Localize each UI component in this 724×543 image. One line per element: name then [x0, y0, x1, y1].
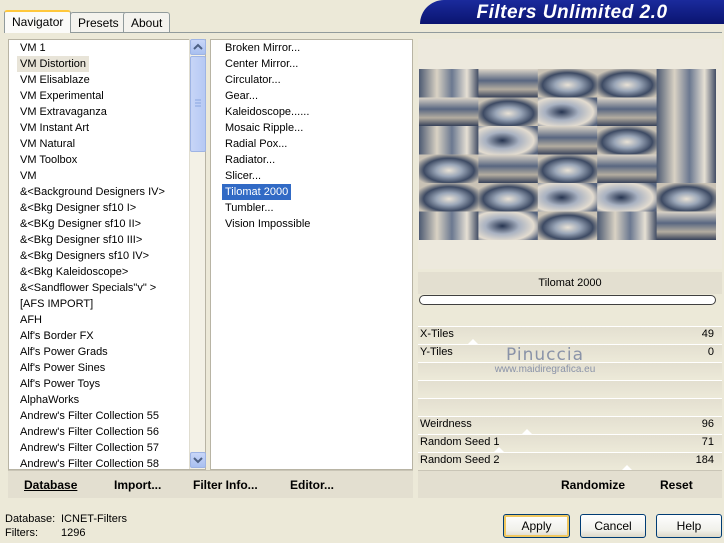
filter-item[interactable]: Mosaic Ripple... — [222, 120, 306, 136]
category-item[interactable]: VM Instant Art — [17, 120, 92, 136]
preview-image — [419, 69, 716, 240]
help-button[interactable]: Help — [656, 514, 722, 538]
progress-bar — [419, 295, 716, 305]
param-label: Random Seed 1 — [420, 436, 500, 448]
category-item[interactable]: VM 1 — [17, 40, 49, 56]
category-item[interactable]: Andrew's Filter Collection 57 — [17, 440, 162, 456]
param-value: 71 — [701, 436, 714, 448]
status-db-label: Database: — [5, 513, 56, 525]
status-filters-label: Filters: — [5, 527, 38, 539]
param-label: Weirdness — [420, 418, 472, 430]
category-item[interactable]: Alf's Power Toys — [17, 376, 103, 392]
filter-item[interactable]: Slicer... — [222, 168, 264, 184]
param-row[interactable]: Y-Tiles 0 — [418, 344, 722, 361]
category-item[interactable]: [AFS IMPORT] — [17, 296, 96, 312]
param-row[interactable]: Weirdness 96 — [418, 416, 722, 435]
filter-item[interactable]: Circulator... — [222, 72, 284, 88]
scroll-up-button[interactable] — [190, 39, 206, 55]
category-item[interactable]: Alf's Power Grads — [17, 344, 111, 360]
category-item[interactable]: Andrew's Filter Collection 58 — [17, 456, 162, 469]
category-item[interactable]: AFH — [17, 312, 45, 328]
reset-button[interactable]: Reset — [660, 478, 693, 492]
param-row[interactable]: Random Seed 1 71 — [418, 434, 722, 453]
category-item[interactable]: &<Bkg Kaleidoscope> — [17, 264, 131, 280]
param-value: 184 — [695, 454, 714, 466]
database-button[interactable]: Database — [24, 478, 77, 492]
tab-about[interactable]: About — [123, 12, 171, 32]
tab-navigator[interactable]: Navigator — [4, 10, 72, 33]
category-item[interactable]: &<BKg Designer sf10 II> — [17, 216, 144, 232]
filter-item[interactable]: Tumbler... — [222, 200, 277, 216]
filter-item[interactable]: Center Mirror... — [222, 56, 301, 72]
chevron-down-icon — [193, 457, 203, 464]
category-item[interactable]: VM Natural — [17, 136, 78, 152]
category-item[interactable]: AlphaWorks — [17, 392, 82, 408]
status-filters-value: 1296 — [61, 527, 86, 539]
param-label: Random Seed 2 — [420, 454, 500, 466]
filter-name-label: Tilomat 2000 — [418, 272, 722, 294]
category-item[interactable]: &<Bkg Designers sf10 IV> — [17, 248, 152, 264]
category-item[interactable]: Andrew's Filter Collection 56 — [17, 424, 162, 440]
left-button-bar: Database Import... Filter Info... Editor… — [8, 470, 413, 498]
category-item[interactable]: VM Experimental — [17, 88, 107, 104]
param-value: 0 — [707, 346, 714, 358]
category-item[interactable]: VM — [17, 168, 40, 184]
import-button[interactable]: Import... — [114, 478, 161, 492]
param-row — [418, 398, 722, 415]
param-row[interactable]: X-Tiles 49 — [418, 326, 722, 345]
param-row — [418, 362, 722, 379]
param-label: X-Tiles — [420, 328, 454, 340]
param-row — [418, 380, 722, 397]
filter-item[interactable]: Radial Pox... — [222, 136, 290, 152]
category-item[interactable]: VM Elisablaze — [17, 72, 93, 88]
editor-button[interactable]: Editor... — [290, 478, 334, 492]
category-item[interactable]: &<Background Designers IV> — [17, 184, 168, 200]
category-item[interactable]: &<Bkg Designer sf10 III> — [17, 232, 145, 248]
cancel-button[interactable]: Cancel — [580, 514, 646, 538]
filter-item[interactable]: Kaleidoscope...... — [222, 104, 312, 120]
category-item[interactable]: &<Sandflower Specials"v" > — [17, 280, 159, 296]
category-item[interactable]: Alf's Power Sines — [17, 360, 108, 376]
randomize-button[interactable]: Randomize — [561, 478, 625, 492]
param-label: Y-Tiles — [420, 346, 453, 358]
category-item[interactable]: VM Extravaganza — [17, 104, 110, 120]
param-value: 96 — [701, 418, 714, 430]
filter-item[interactable]: Tilomat 2000 — [222, 184, 292, 200]
category-item[interactable]: VM Toolbox — [17, 152, 80, 168]
category-item[interactable]: Andrew's Filter Collection 55 — [17, 408, 162, 424]
filter-item[interactable]: Broken Mirror... — [222, 40, 303, 56]
right-button-bar: Randomize Reset — [418, 470, 722, 498]
filter-list[interactable]: Broken Mirror... Center Mirror... Circulat… — [210, 39, 413, 470]
filter-item[interactable]: Radiator... — [222, 152, 278, 168]
title-banner: Filters Unlimited 2.0 — [420, 0, 724, 24]
filter-info-button[interactable]: Filter Info... — [193, 478, 258, 492]
banner-title: Filters Unlimited 2.0 — [476, 2, 668, 23]
apply-button[interactable]: Apply — [503, 514, 570, 538]
scroll-thumb[interactable] — [190, 56, 206, 152]
param-value: 49 — [701, 328, 714, 340]
category-item[interactable]: VM Distortion — [17, 56, 90, 72]
filter-item[interactable]: Gear... — [222, 88, 261, 104]
scroll-down-button[interactable] — [190, 452, 206, 468]
tab-presets[interactable]: Presets — [70, 12, 127, 32]
category-list[interactable]: VM 1 VM Distortion VM Elisablaze VM Experim… — [8, 39, 206, 470]
category-scrollbar[interactable] — [189, 39, 206, 469]
chevron-up-icon — [193, 43, 203, 50]
category-item[interactable]: Alf's Border FX — [17, 328, 97, 344]
category-item[interactable]: &<Bkg Designer sf10 I> — [17, 200, 139, 216]
param-row[interactable]: Random Seed 2 184 — [418, 452, 722, 471]
filter-item[interactable]: Vision Impossible — [222, 216, 313, 232]
status-db-value: ICNET-Filters — [61, 513, 127, 525]
